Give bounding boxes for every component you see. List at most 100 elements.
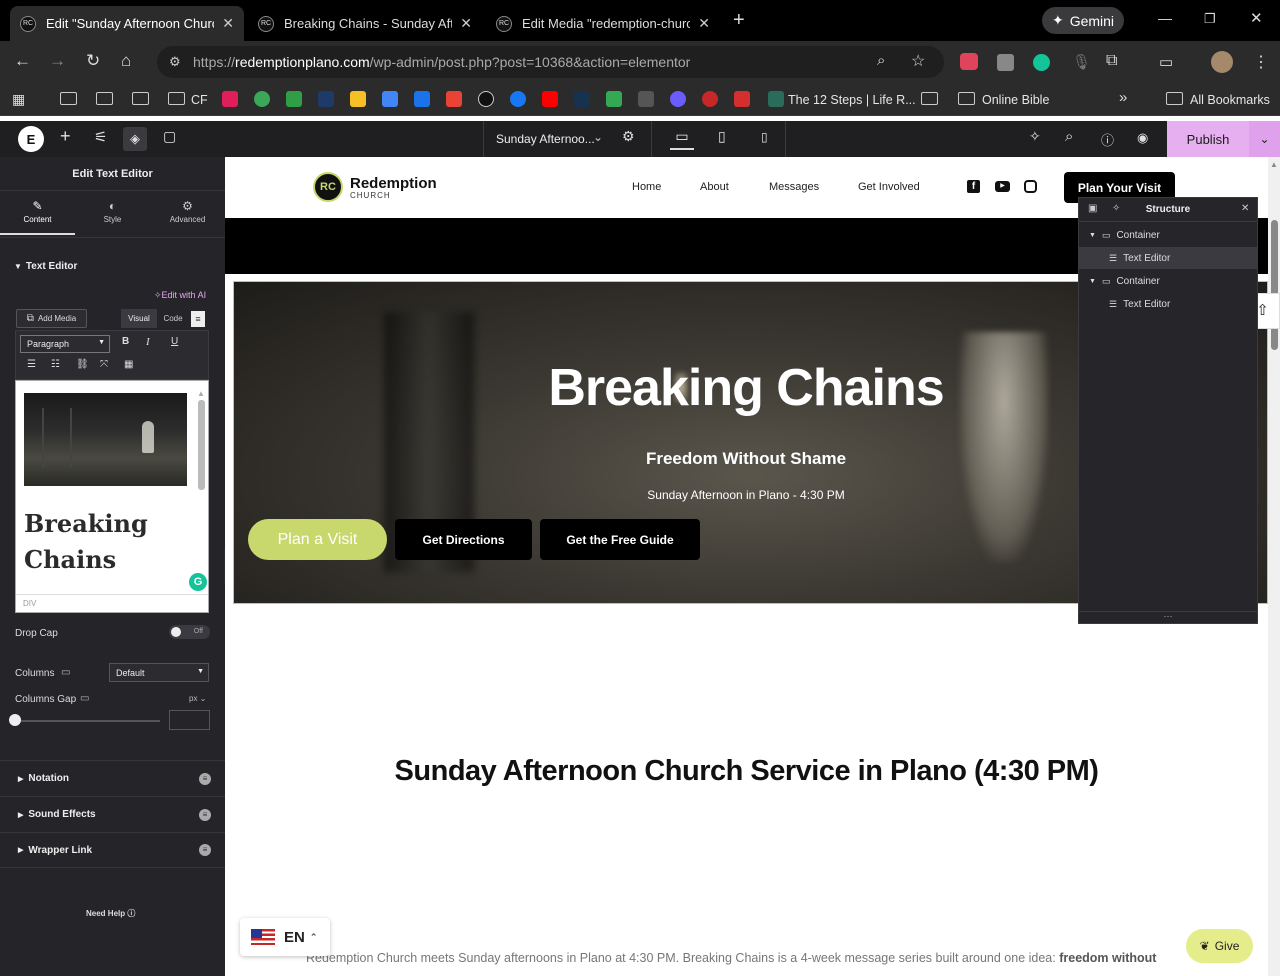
- unit-select[interactable]: px ⌄: [189, 694, 206, 703]
- structure-item-container[interactable]: ▼ ▭ Container: [1079, 224, 1257, 246]
- dw-icon[interactable]: [638, 91, 654, 107]
- bookmark-ui-icon[interactable]: [574, 91, 590, 107]
- publish-options-chevron-icon[interactable]: ⌄: [1249, 121, 1280, 157]
- browser-tab-1[interactable]: RC Edit "Sunday Afternoon Church ✕: [10, 6, 244, 41]
- list-icon[interactable]: [606, 91, 622, 107]
- mic-icon[interactable]: 🎙: [1072, 53, 1091, 71]
- bullet-list-icon[interactable]: ☰: [27, 359, 36, 370]
- twelve-steps-icon[interactable]: [768, 91, 784, 107]
- calendar-icon[interactable]: [414, 91, 430, 107]
- notifications-icon[interactable]: ✧: [1029, 128, 1041, 145]
- elementor-logo-icon[interactable]: E: [18, 126, 44, 152]
- chevron-down-icon[interactable]: ⌄: [593, 130, 603, 144]
- numbered-list-icon[interactable]: ☷: [51, 359, 60, 370]
- scroll-thumb[interactable]: [1271, 220, 1278, 350]
- give-button[interactable]: ❦ Give: [1186, 929, 1253, 963]
- mobile-view-icon[interactable]: ▯: [761, 130, 768, 144]
- grammarly-icon[interactable]: [1033, 54, 1050, 71]
- url-field[interactable]: ⚙ https://redemptionplano.com/wp-admin/p…: [157, 46, 944, 78]
- bookmark-cf[interactable]: CF: [191, 90, 208, 110]
- drop-cap-toggle[interactable]: Off: [169, 625, 210, 639]
- get-free-guide-button[interactable]: Get the Free Guide: [540, 519, 700, 560]
- get-directions-button[interactable]: Get Directions: [395, 519, 532, 560]
- back-icon[interactable]: ←: [14, 51, 31, 71]
- code-tab[interactable]: Code: [157, 309, 189, 328]
- sheets-icon[interactable]: [286, 91, 302, 107]
- rc-icon[interactable]: [478, 91, 494, 107]
- bookmark-icon[interactable]: [318, 91, 334, 107]
- folder-icon[interactable]: [921, 92, 938, 105]
- scroll-up-icon[interactable]: ▲: [196, 389, 206, 398]
- format-select[interactable]: Paragraph ▼: [20, 335, 110, 353]
- restore-icon[interactable]: ❐: [1204, 11, 1216, 27]
- dynamic-tags-icon[interactable]: ≡: [191, 311, 205, 327]
- canva-icon[interactable]: [670, 91, 686, 107]
- site-info-icon[interactable]: ⚙: [169, 54, 181, 70]
- section-wrapper-link[interactable]: ▶ Wrapper Link ≡: [0, 832, 225, 868]
- section-notation[interactable]: ▶ Notation ≡: [0, 760, 225, 796]
- underline-icon[interactable]: U: [171, 336, 178, 347]
- site-logo-name[interactable]: Redemption: [350, 175, 437, 192]
- pocket-icon[interactable]: [960, 53, 978, 70]
- table-icon[interactable]: ▦: [124, 359, 133, 370]
- responsive-desktop-icon[interactable]: ▭: [61, 667, 70, 678]
- close-icon[interactable]: ✕: [1241, 203, 1249, 214]
- columns-select[interactable]: Default ▼: [109, 663, 209, 682]
- browser-tab-3[interactable]: RC Edit Media "redemption-church ✕: [486, 6, 720, 41]
- youtube-icon[interactable]: [542, 91, 558, 107]
- menu-icon[interactable]: ⋮: [1253, 52, 1269, 72]
- bookmark-12-steps[interactable]: The 12 Steps | Life R...: [788, 90, 916, 110]
- add-element-icon[interactable]: +: [60, 126, 71, 147]
- folder-icon[interactable]: [958, 92, 975, 105]
- structure-item-container[interactable]: ▼ ▭ Container: [1079, 270, 1257, 292]
- structure-item-text-editor[interactable]: ☰ Text Editor: [1079, 293, 1257, 315]
- comments-icon[interactable]: ▢: [163, 128, 176, 145]
- tablet-view-icon[interactable]: ▯: [718, 128, 726, 145]
- profile-avatar[interactable]: [1211, 51, 1233, 73]
- publish-button[interactable]: Publish: [1167, 121, 1249, 157]
- folder-icon[interactable]: [132, 92, 149, 105]
- keep-icon[interactable]: [350, 91, 366, 107]
- gmail-icon[interactable]: [446, 91, 462, 107]
- responsive-desktop-icon[interactable]: ▭: [80, 693, 89, 704]
- section-sound-effects[interactable]: ▶ Sound Effects ≡: [0, 796, 225, 832]
- visual-tab[interactable]: Visual: [121, 309, 157, 328]
- columns-gap-input[interactable]: [169, 710, 210, 730]
- facebook-icon[interactable]: f: [967, 180, 980, 193]
- extension-r-icon[interactable]: [997, 54, 1014, 71]
- editor-content-area[interactable]: Breaking Chains ▲ G DIV: [15, 380, 209, 613]
- slack-icon[interactable]: [222, 91, 238, 107]
- tab-style[interactable]: ◐ Style: [75, 192, 150, 235]
- bookmark-arrow-icon[interactable]: [734, 91, 750, 107]
- page-title[interactable]: Sunday Afternoo...: [496, 132, 595, 146]
- edit-with-ai-link[interactable]: ✧Edit with AI: [154, 290, 206, 301]
- new-tab-icon[interactable]: +: [733, 9, 745, 32]
- resize-handle-icon[interactable]: ⋯: [1079, 611, 1257, 623]
- desktop-view-icon[interactable]: ▭: [670, 128, 694, 150]
- gloo-icon[interactable]: [254, 91, 270, 107]
- dock-icon[interactable]: ▣: [1088, 203, 1097, 214]
- more-bookmarks-icon[interactable]: »: [1119, 89, 1127, 106]
- slider-handle[interactable]: [9, 714, 21, 726]
- scroll-up-icon[interactable]: ▲: [1270, 160, 1278, 169]
- need-help-link[interactable]: Need Help ⓘ: [86, 908, 135, 919]
- folder-icon[interactable]: [1166, 92, 1183, 105]
- columns-gap-slider[interactable]: [15, 720, 160, 722]
- forward-icon[interactable]: →: [49, 51, 66, 71]
- youtube-icon[interactable]: ▶: [995, 181, 1010, 192]
- folder-icon[interactable]: [60, 92, 77, 105]
- close-icon[interactable]: ✕: [698, 15, 710, 32]
- tab-content[interactable]: ✎ Content: [0, 192, 75, 235]
- add-media-button[interactable]: ⧉ Add Media: [16, 309, 87, 328]
- language-switcher[interactable]: EN ⌃: [240, 918, 330, 956]
- docs-icon[interactable]: [382, 91, 398, 107]
- extensions-icon[interactable]: ⧉: [1106, 52, 1117, 70]
- cast-icon[interactable]: ▭: [1159, 53, 1173, 71]
- gemini-button[interactable]: ✦ Gemini: [1042, 7, 1124, 34]
- instagram-icon[interactable]: [1024, 180, 1037, 193]
- italic-icon[interactable]: I: [146, 336, 150, 348]
- apps-icon[interactable]: ▦: [12, 91, 25, 108]
- browser-tab-2[interactable]: RC Breaking Chains - Sunday Aftern ✕: [248, 6, 482, 41]
- fullscreen-icon[interactable]: ⤧: [100, 359, 108, 370]
- bold-icon[interactable]: B: [122, 336, 129, 347]
